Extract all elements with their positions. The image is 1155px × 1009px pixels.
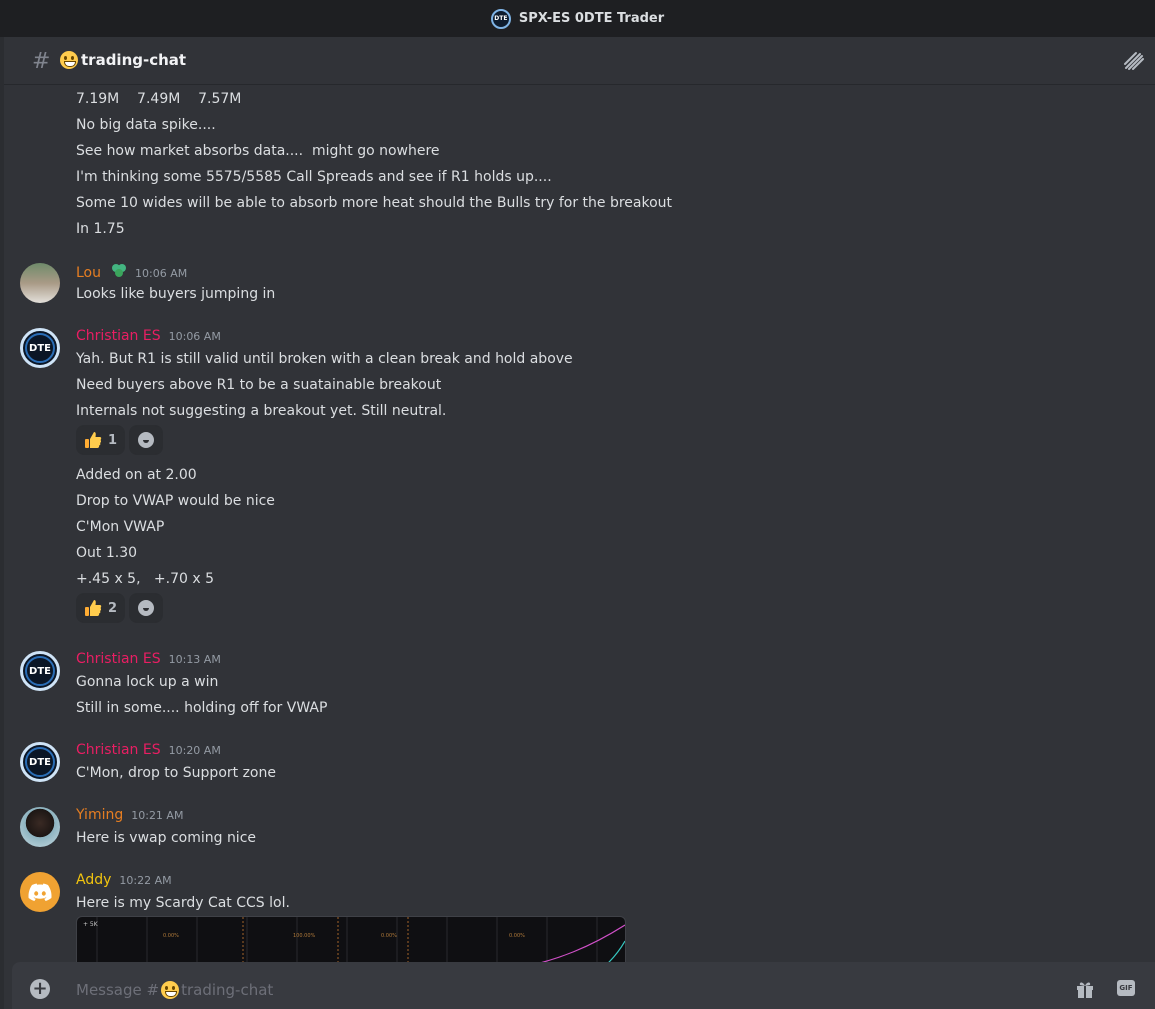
avatar[interactable]: DTE (20, 328, 60, 368)
add-reaction-icon (138, 432, 154, 448)
author-name[interactable]: Christian ES (76, 742, 161, 758)
message-line: No big data spike.... (76, 117, 216, 133)
author-name[interactable]: Christian ES (76, 328, 161, 344)
message-timestamp[interactable]: 10:13 AM (169, 653, 221, 666)
channel-hash-icon: # (32, 49, 51, 74)
add-reaction-button[interactable] (129, 425, 163, 455)
author-name[interactable]: Addy (76, 872, 111, 888)
message-input[interactable]: Message # trading-chat (76, 980, 976, 1000)
message-line: Yah. But R1 is still valid until broken … (76, 351, 573, 367)
message-line: Here is vwap coming nice (76, 830, 257, 846)
add-reaction-button[interactable] (129, 593, 163, 623)
image-attachment[interactable]: + 5K 0.00% 100.00% 0.00% 0.00% (76, 916, 626, 962)
message-line: In 1.75 (76, 221, 125, 237)
message-line: Drop to VWAP would be nice (76, 493, 275, 509)
chart-label: 0.00% (381, 933, 397, 939)
gif-button[interactable]: GIF (1117, 980, 1135, 996)
chart-label: 100.00% (293, 933, 315, 939)
add-reaction-icon (138, 600, 154, 616)
channel-name: trading-chat (81, 51, 187, 69)
message-header: Yiming 10:21 AM (76, 807, 183, 823)
reaction-thumbs-up[interactable]: 2 (76, 593, 125, 623)
message-list[interactable]: 7.19M 7.49M 7.57M No big data spike.... … (0, 85, 1155, 962)
message-header: Lou 10:06 AM (76, 263, 187, 281)
avatar[interactable]: DTE (20, 742, 60, 782)
channel-header: # trading-chat (4, 37, 1155, 85)
message-line: See how market absorbs data.... might go… (76, 143, 440, 159)
message-header: Christian ES 10:13 AM (76, 651, 221, 667)
message-header: Christian ES 10:06 AM (76, 328, 221, 344)
message-line: +.45 x 5, +.70 x 5 (76, 571, 214, 587)
avatar[interactable] (20, 807, 60, 847)
avatar-text: DTE (25, 333, 55, 363)
reaction-count: 1 (108, 432, 118, 448)
message-timestamp[interactable]: 10:22 AM (119, 874, 171, 887)
message-timestamp[interactable]: 10:20 AM (169, 744, 221, 757)
message-line: Internals not suggesting a breakout yet.… (76, 403, 447, 419)
author-name[interactable]: Lou (76, 265, 101, 281)
window-titlebar: DTE SPX-ES 0DTE Trader (0, 0, 1155, 37)
avatar-text: DTE (25, 656, 55, 686)
reaction-count: 2 (108, 600, 118, 616)
author-name[interactable]: Yiming (76, 807, 123, 823)
message-line: Looks like buyers jumping in (76, 286, 276, 302)
message-line: C'Mon VWAP (76, 519, 165, 535)
discord-logo-icon (28, 883, 52, 901)
avatar[interactable] (20, 263, 60, 303)
attach-plus-icon[interactable]: + (30, 979, 50, 999)
composer-placeholder-channel: trading-chat (181, 981, 274, 999)
avatar-text: DTE (25, 747, 55, 777)
message-line: Added on at 2.00 (76, 467, 197, 483)
message-header: Christian ES 10:20 AM (76, 742, 221, 758)
message-line: Out 1.30 (76, 545, 138, 561)
avatar[interactable]: DTE (20, 651, 60, 691)
message-line: Some 10 wides will be able to absorb mor… (76, 195, 673, 211)
message-header: Addy 10:22 AM (76, 872, 172, 888)
gift-icon[interactable] (1075, 979, 1095, 999)
message-line: C'Mon, drop to Support zone (76, 765, 276, 781)
grinning-face-icon (161, 981, 180, 999)
threads-icon[interactable] (1123, 51, 1145, 71)
server-logo-icon: DTE (490, 8, 511, 29)
chart-thumbnail: + 5K 0.00% 100.00% 0.00% 0.00% (83, 917, 625, 962)
clover-role-icon (112, 264, 126, 277)
window-title: SPX-ES 0DTE Trader (518, 11, 665, 26)
composer-placeholder-prefix: Message # (76, 981, 160, 999)
chart-label: 0.00% (163, 933, 179, 939)
message-line: I'm thinking some 5575/5585 Call Spreads… (76, 169, 552, 185)
chart-label: + 5K (83, 921, 99, 928)
channel-title[interactable]: trading-chat (60, 51, 186, 69)
message-composer: + Message # trading-chat GIF (12, 962, 1155, 1009)
message-line: Gonna lock up a win (76, 674, 219, 690)
avatar[interactable] (20, 872, 60, 912)
reaction-thumbs-up[interactable]: 1 (76, 425, 125, 455)
message-line: Still in some.... holding off for VWAP (76, 700, 328, 716)
message-timestamp[interactable]: 10:06 AM (169, 330, 221, 343)
author-name[interactable]: Christian ES (76, 651, 161, 667)
grinning-face-icon (60, 51, 78, 69)
chart-label: 0.00% (509, 933, 525, 939)
message-timestamp[interactable]: 10:06 AM (135, 267, 187, 280)
message-line: 7.19M 7.49M 7.57M (76, 91, 242, 107)
message-line: Here is my Scardy Cat CCS lol. (76, 895, 290, 911)
message-line: Need buyers above R1 to be a suatainable… (76, 377, 442, 393)
thumbs-up-icon (85, 432, 102, 448)
message-timestamp[interactable]: 10:21 AM (131, 809, 183, 822)
thumbs-up-icon (85, 600, 102, 616)
